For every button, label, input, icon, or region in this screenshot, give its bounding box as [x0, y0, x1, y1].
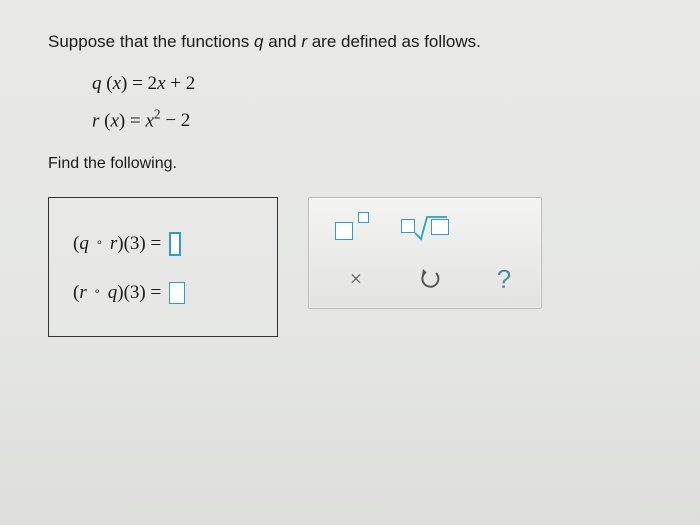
- root-tool[interactable]: [401, 213, 449, 241]
- problem-intro: Suppose that the functions q and r are d…: [48, 32, 652, 52]
- answer-input-rq[interactable]: [169, 282, 185, 304]
- function-definitions: q (x) = 2x + 2 r (x) = x2 − 2: [92, 70, 652, 135]
- find-instruction: Find the following.: [48, 155, 652, 173]
- math-toolbox: × ?: [308, 197, 542, 309]
- exponent-tool[interactable]: [333, 212, 371, 242]
- tool-row-1: [327, 212, 523, 242]
- help-button[interactable]: ?: [485, 264, 523, 294]
- definition-q: q (x) = 2x + 2: [92, 70, 652, 99]
- definition-r: r (x) = x2 − 2: [92, 105, 652, 136]
- answer-row-rq: (r ∘ q)(3) =: [73, 282, 249, 304]
- clear-button[interactable]: ×: [337, 264, 375, 294]
- answer-input-qr[interactable]: [169, 232, 181, 256]
- answer-row-qr: (q ∘ r)(3) =: [73, 232, 249, 256]
- reset-button[interactable]: [411, 264, 449, 294]
- answer-box: (q ∘ r)(3) = (r ∘ q)(3) =: [48, 197, 278, 337]
- work-area: (q ∘ r)(3) = (r ∘ q)(3) = × ?: [48, 197, 652, 337]
- tool-row-2: × ?: [327, 264, 523, 294]
